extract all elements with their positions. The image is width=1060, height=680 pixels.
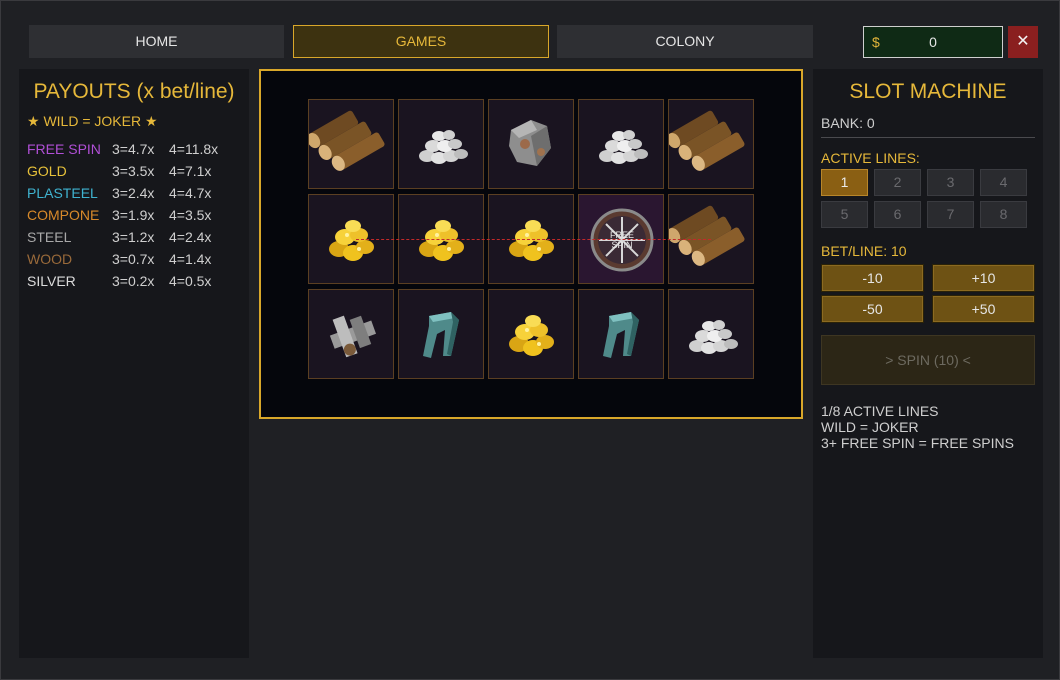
line-1-button[interactable]: 1 (821, 169, 868, 196)
line-6-button[interactable]: 6 (874, 201, 921, 228)
payout-four: 4=1.4x (169, 251, 212, 267)
payout-symbol-name: FREE SPIN (27, 141, 101, 157)
line-4-button[interactable]: 4 (980, 169, 1027, 196)
game-window: HOME GAMES COLONY $ 0 ✕ PAYOUTS (x bet/l… (0, 0, 1060, 680)
bet-per-line-label: BET/LINE: 10 (821, 243, 907, 259)
bet-plus-50-button[interactable]: +50 (932, 295, 1035, 323)
active-lines-label: ACTIVE LINES: (821, 150, 920, 166)
reel-cell (398, 99, 484, 189)
bet-plus-10-button[interactable]: +10 (932, 264, 1035, 292)
line-3-button[interactable]: 3 (927, 169, 974, 196)
line-5-button[interactable]: 5 (821, 201, 868, 228)
payout-four: 4=11.8x (169, 141, 219, 157)
reel-cell (488, 289, 574, 379)
nav-games-tab[interactable]: GAMES (293, 25, 549, 58)
bank-value: BANK: 0 (821, 115, 875, 131)
reel-cell (668, 289, 754, 379)
payout-symbol-name: GOLD (27, 163, 67, 179)
wild-note: ★ WILD = JOKER ★ (27, 113, 158, 129)
info-free-spins: 3+ FREE SPIN = FREE SPINS (821, 435, 1014, 451)
money-field[interactable]: $ 0 (863, 26, 1003, 58)
nav-colony-tab[interactable]: COLONY (557, 25, 813, 58)
slot-machine-title: SLOT MACHINE (849, 80, 1007, 103)
payout-three: 3=1.2x (112, 229, 155, 245)
line-8-button[interactable]: 8 (980, 201, 1027, 228)
payout-symbol-name: SILVER (27, 273, 76, 289)
reel-cell (668, 99, 754, 189)
free-spin-text-bottom: SPIN (611, 240, 632, 250)
payout-three: 3=1.9x (112, 207, 155, 223)
nav-home-tab[interactable]: HOME (29, 25, 284, 58)
payout-three: 3=2.4x (112, 185, 155, 201)
payout-symbol-name: COMPONE (27, 207, 100, 223)
info-active-lines: 1/8 ACTIVE LINES (821, 403, 939, 419)
line-2-button[interactable]: 2 (874, 169, 921, 196)
payout-three: 3=0.2x (112, 273, 155, 289)
money-value: 0 (929, 34, 937, 50)
reel-cell (308, 289, 394, 379)
reel-cell (398, 289, 484, 379)
dollar-icon: $ (872, 34, 880, 50)
spin-button[interactable]: > SPIN (10) < (821, 335, 1035, 385)
payout-three: 3=0.7x (112, 251, 155, 267)
slot-controls-panel: SLOT MACHINE BANK: 0 ACTIVE LINES: 1234 5… (813, 69, 1043, 658)
bet-minus-10-button[interactable]: -10 (821, 264, 924, 292)
reel-cell (308, 99, 394, 189)
payout-symbol-name: STEEL (27, 229, 72, 245)
divider (821, 137, 1035, 138)
bet-minus-50-button[interactable]: -50 (821, 295, 924, 323)
info-wild: WILD = JOKER (821, 419, 919, 435)
payout-four: 4=4.7x (169, 185, 212, 201)
payout-four: 4=0.5x (169, 273, 212, 289)
reel-cell (578, 289, 664, 379)
payouts-panel: PAYOUTS (x bet/line) ★ WILD = JOKER ★ FR… (19, 69, 249, 658)
payout-three: 3=4.7x (112, 141, 155, 157)
close-button[interactable]: ✕ (1008, 26, 1038, 58)
reel-cell (488, 99, 574, 189)
payline-marker (356, 239, 711, 240)
payout-symbol-name: WOOD (27, 251, 73, 267)
slot-reels: FREE SPIN (259, 69, 803, 419)
payout-four: 4=2.4x (169, 229, 212, 245)
line-7-button[interactable]: 7 (927, 201, 974, 228)
payout-three: 3=3.5x (112, 163, 155, 179)
payouts-title: PAYOUTS (x bet/line) (33, 80, 235, 103)
payout-symbol-name: PLASTEEL (27, 185, 98, 201)
payout-four: 4=7.1x (169, 163, 212, 179)
reel-cell (578, 99, 664, 189)
payout-four: 4=3.5x (169, 207, 212, 223)
